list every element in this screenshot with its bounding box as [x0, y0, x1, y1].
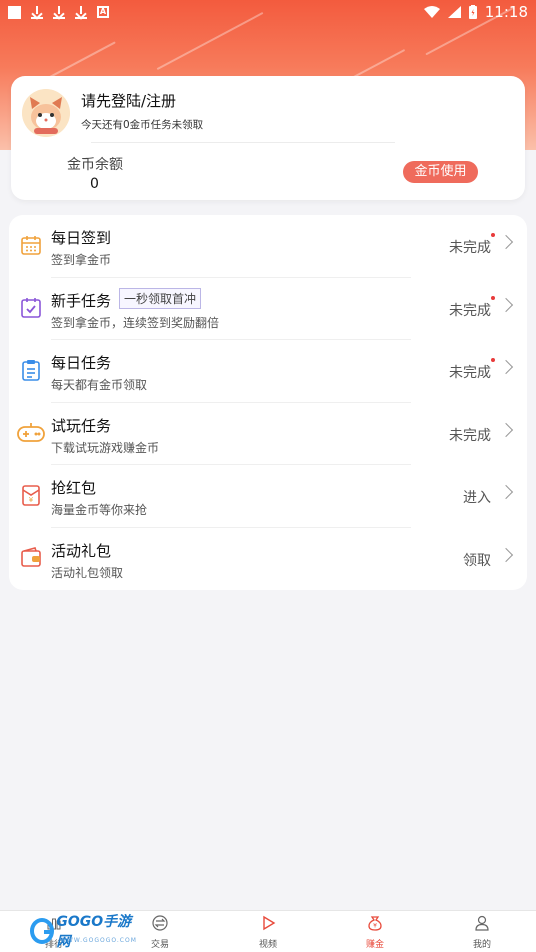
coin-bag-icon: ¥: [368, 916, 382, 931]
gogo-watermark-logo: GOGO手游网 WWW.GOGOGO.COM: [30, 914, 137, 950]
unread-dot: [491, 233, 495, 237]
task-title: 每日任务: [51, 354, 112, 372]
nav-label: 我的: [472, 940, 491, 950]
task-title: 抢红包: [51, 479, 97, 497]
task-status: 领取: [463, 552, 491, 569]
unread-dot: [491, 295, 495, 300]
coin-balance-value: 0: [90, 176, 99, 192]
user-icon: [475, 915, 489, 931]
nav-label: 视频: [258, 940, 277, 950]
task-event-gift[interactable]: 活动礼包 活动礼包领取 领取: [9, 528, 527, 591]
download-icon: [53, 5, 65, 19]
watermark-url: WWW.GOGOGO.COM: [60, 937, 137, 944]
task-desc: 海量金币等你来抢: [51, 503, 148, 517]
svg-text:¥: ¥: [29, 496, 34, 504]
calendar-icon: [21, 236, 41, 255]
chevron-right-icon: [498, 297, 514, 312]
gogo-logo-icon: [30, 918, 55, 944]
task-desc: 签到拿金币: [51, 253, 112, 267]
clock: 11:18: [484, 3, 528, 21]
chevron-right-icon: [498, 547, 514, 562]
clipboard-icon: [22, 360, 40, 381]
nav-label: 交易: [150, 940, 169, 950]
first-recharge-tag: 一秒领取首冲: [119, 287, 202, 309]
wallet-icon: [21, 546, 41, 567]
status-bar: A 11:18: [0, 0, 536, 24]
download-icon: [75, 5, 87, 19]
chevron-right-icon: [498, 422, 514, 437]
gamepad-icon: [17, 422, 45, 442]
video-icon: [263, 915, 276, 931]
unread-dot: [491, 358, 495, 362]
chevron-right-icon: [498, 234, 514, 250]
task-status: 未完成: [449, 302, 491, 319]
avatar[interactable]: [22, 89, 70, 137]
task-trial-play[interactable]: 试玩任务 下载试玩游戏赚金币 未完成: [9, 403, 527, 465]
task-desc: 每天都有金币领取: [51, 378, 148, 392]
task-daily-checkin[interactable]: 每日签到 签到拿金币 未完成: [9, 215, 527, 278]
task-daily[interactable]: 每日任务 每天都有金币领取 未完成: [9, 340, 527, 403]
task-status: 进入: [463, 490, 491, 506]
exchange-icon: [152, 915, 168, 931]
user-card: 请先登陆/注册 今天还有0金币任务未领取 金币余额 0 金币使用: [11, 76, 525, 200]
task-title: 每日签到: [51, 229, 112, 247]
coin-use-button[interactable]: 金币使用: [403, 161, 478, 183]
notification-square-icon: [8, 5, 21, 19]
task-status: 未完成: [449, 240, 491, 256]
battery-icon: [468, 5, 477, 19]
svg-text:¥: ¥: [373, 923, 377, 930]
nav-label: 赚金: [365, 940, 384, 950]
task-red-envelope[interactable]: ¥ 抢红包 海量金币等你来抢 进入: [9, 465, 527, 528]
watermark-brand: GOGO手游网: [56, 914, 132, 950]
pending-coin-tasks-text: 今天还有0金币任务未领取: [81, 119, 204, 131]
nav-earn[interactable]: ¥ 赚金: [345, 911, 405, 952]
nav-video[interactable]: 视频: [238, 911, 298, 952]
nav-trade[interactable]: 交易: [130, 911, 190, 952]
task-desc: 下载试玩游戏赚金币: [51, 440, 160, 455]
checkbox-icon: [21, 297, 41, 318]
cat-avatar-icon: [22, 89, 70, 137]
wifi-icon: [423, 6, 440, 18]
chevron-right-icon: [498, 484, 514, 500]
red-envelope-icon: ¥: [22, 485, 40, 506]
task-desc: 活动礼包领取: [51, 565, 124, 580]
coin-balance-label: 金币余额: [67, 157, 123, 173]
login-register-link[interactable]: 请先登陆/注册: [81, 90, 176, 111]
download-icon: [31, 5, 43, 19]
task-desc: 签到拿金币，连续签到奖励翻倍: [51, 315, 220, 330]
task-title: 试玩任务: [51, 416, 112, 435]
nav-mine[interactable]: 我的: [452, 911, 512, 952]
signal-icon: [447, 6, 461, 18]
divider: [91, 142, 395, 143]
chevron-right-icon: [498, 359, 514, 375]
task-list: 每日签到 签到拿金币 未完成 新手任务 一秒领取首冲 签到拿金币，连续签到奖励翻…: [9, 215, 527, 590]
task-title: 新手任务: [51, 291, 112, 310]
app-notification-icon: A: [97, 6, 109, 18]
task-title: 活动礼包: [51, 541, 112, 560]
task-status: 未完成: [449, 365, 491, 381]
task-newbie[interactable]: 新手任务 一秒领取首冲 签到拿金币，连续签到奖励翻倍 未完成: [9, 278, 527, 340]
task-status: 未完成: [449, 427, 491, 444]
